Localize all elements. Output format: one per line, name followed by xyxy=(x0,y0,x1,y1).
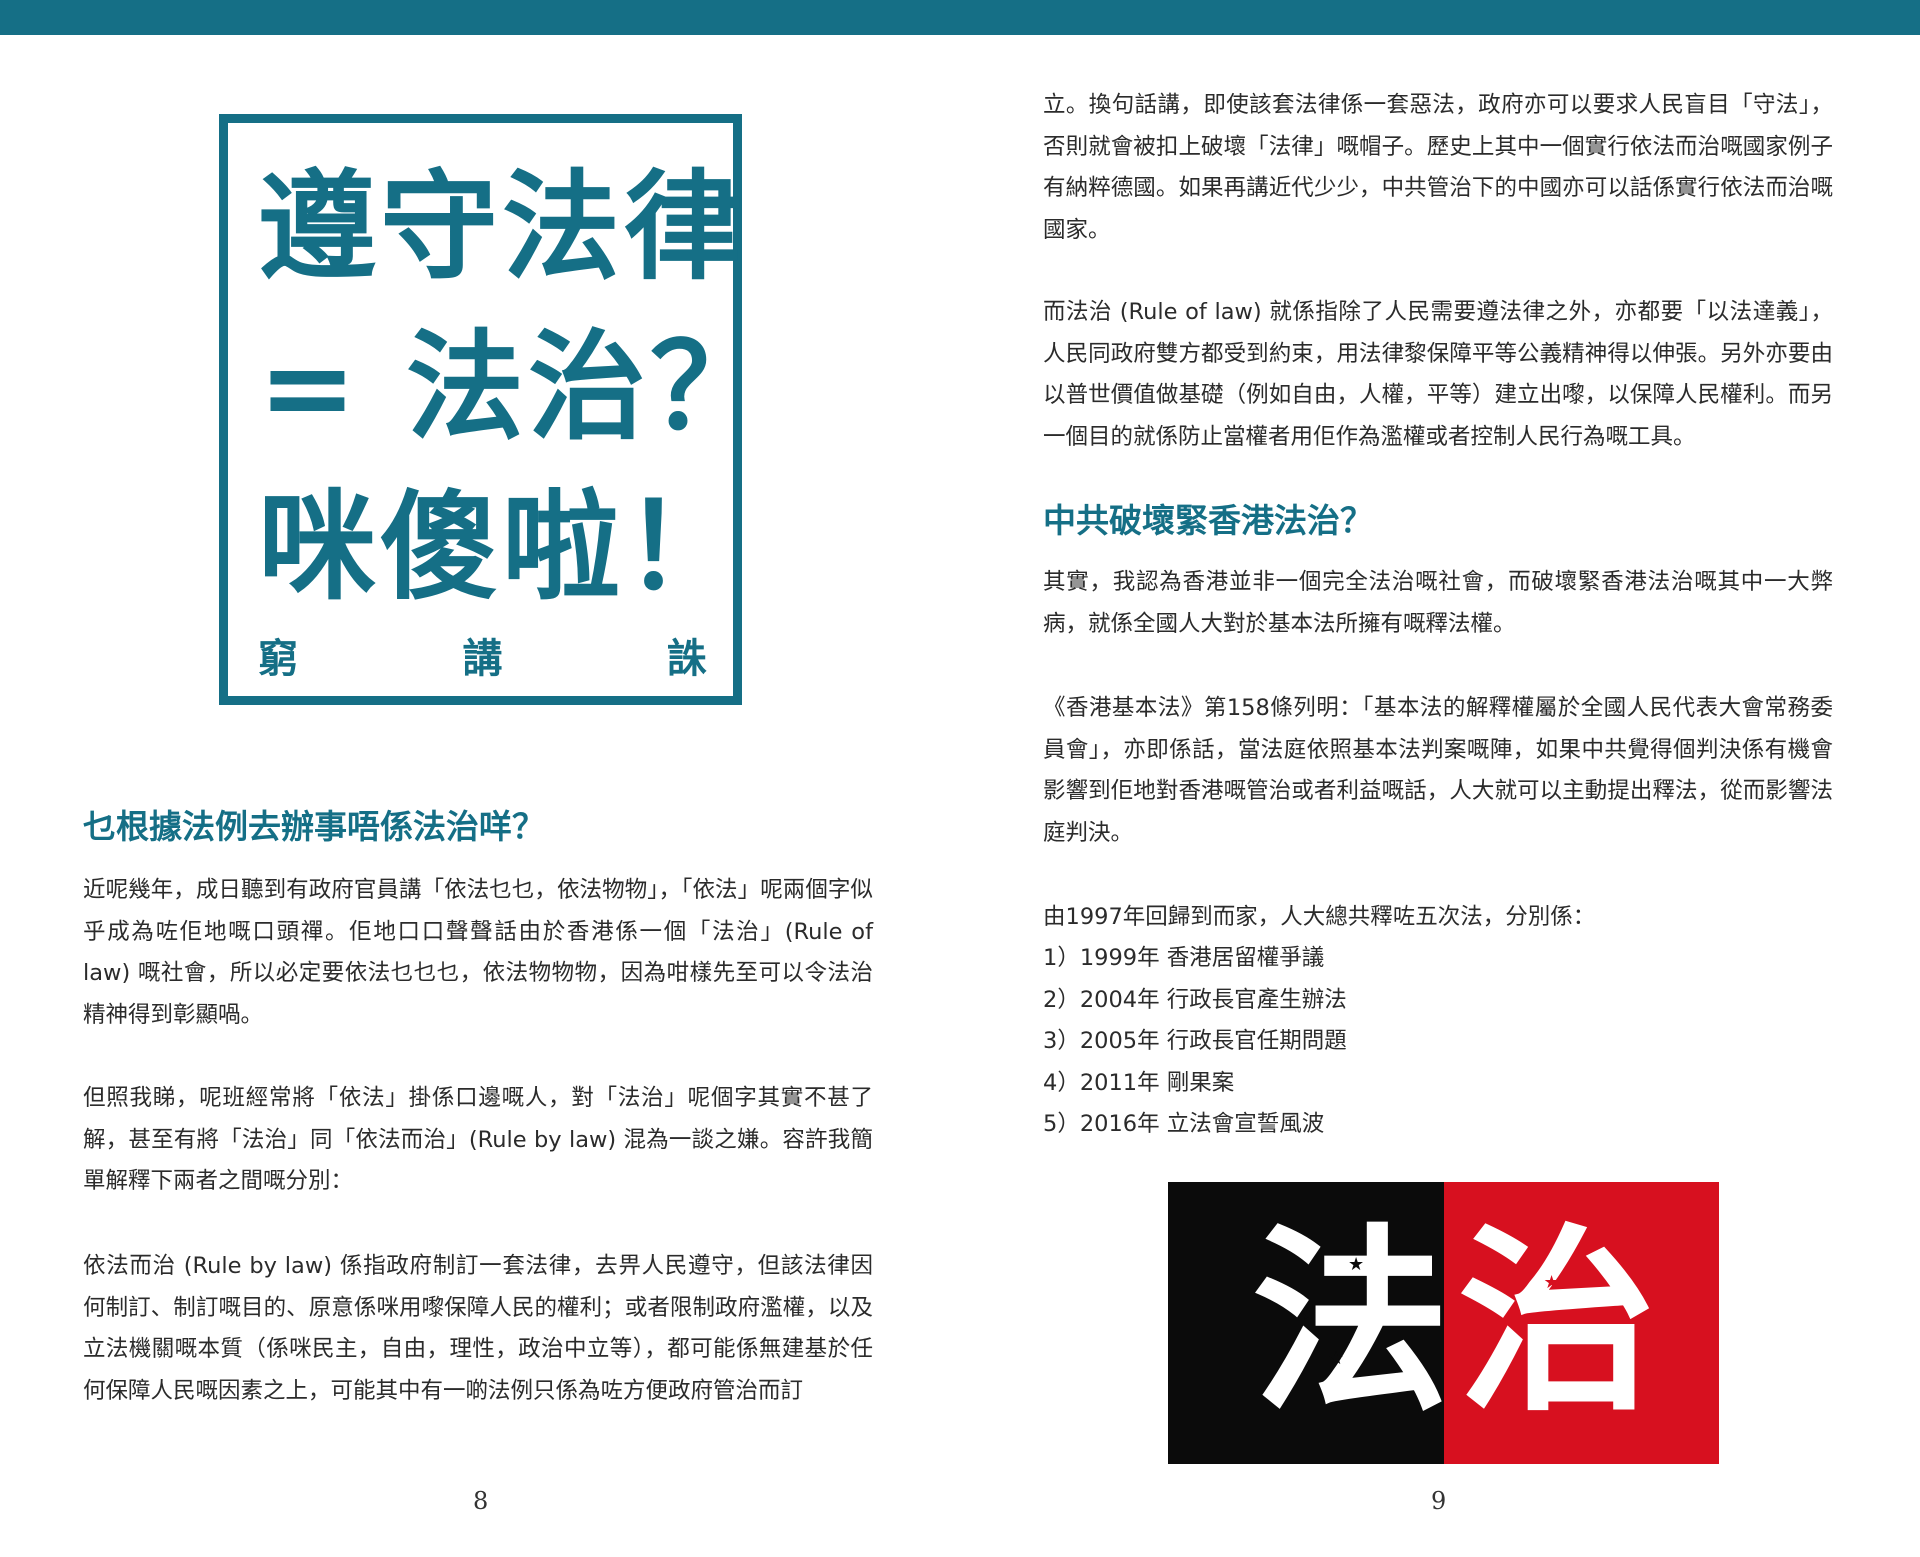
bauhinia-star-icon: ★ xyxy=(1300,1304,1317,1325)
bauhinia-star-icon: ★ xyxy=(1348,1254,1365,1275)
right-paragraph-2: 而法治 (Rule of law) 就係指除了人民需要遵法律之外，亦都要「以法達… xyxy=(1043,299,1833,450)
author-byline: 窮 講 誅 xyxy=(258,639,707,679)
title-box: 遵守法律 = 法治？ 咪傻啦！ 窮 講 誅 xyxy=(219,114,768,705)
byline-char-1: 窮 xyxy=(258,636,298,682)
flag-red-half: 治 ★ xyxy=(1443,1182,1719,1464)
flag-black-half: 法 ★ ★ ★ xyxy=(1168,1182,1450,1464)
top-accent-bar xyxy=(0,0,1920,35)
reinterpretation-list-intro: 由1997年回歸到而家，人大總共釋咗五次法，分別係： xyxy=(1043,904,1596,930)
left-paragraph-3: 依法而治 (Rule by law) 係指政府制訂一套法律，去畀人民遵守，但該法… xyxy=(83,1253,873,1404)
list-item: 2）2004年 行政長官產生辦法 xyxy=(1043,986,1347,1013)
right-paragraph-1: 立。換句話講，即使該套法律係一套惡法，政府亦可以要求人民盲目「守法」，否則就會被… xyxy=(1043,92,1833,243)
left-paragraph-2: 但照我睇，呢班經常將「依法」掛係口邊嘅人，對「法治」呢個字其實不甚了解，甚至有將… xyxy=(83,1085,873,1194)
list-item: 4）2011年 剛果案 xyxy=(1043,1069,1235,1096)
list-item: 1）1999年 香港居留權爭議 xyxy=(1043,945,1325,971)
title-line-1: 遵守法律 xyxy=(258,158,747,296)
page-number-left: 8 xyxy=(473,1487,489,1515)
title-line-3: 咪傻啦！ xyxy=(258,478,747,616)
byline-char-2: 講 xyxy=(462,636,503,682)
left-section-heading: 乜根據法例去辦事唔係法治咩？ xyxy=(83,807,545,846)
left-paragraph-1: 近呢幾年，成日聽到有政府官員講「依法乜乜，依法物物」，「依法」呢兩個字似乎成為咗… xyxy=(83,877,873,1028)
bauhinia-star-icon: ★ xyxy=(1328,1348,1345,1369)
rule-of-law-flag-image: 法 ★ ★ ★ 治 ★ xyxy=(1168,1182,1719,1464)
byline-char-3: 誅 xyxy=(667,636,707,682)
flag-right-character: 治 xyxy=(1457,1207,1656,1438)
right-section-heading: 中共破壞緊香港法治？ xyxy=(1043,501,1373,540)
right-paragraph-3: 其實，我認為香港並非一個完全法治嘅社會，而破壞緊香港法治嘅其中一大弊病，就係全國… xyxy=(1043,569,1833,637)
right-paragraph-4: 《香港基本法》第158條列明：「基本法的解釋權屬於全國人民代表大會常務委員會」，… xyxy=(1043,695,1833,846)
title-line-2: = 法治？ xyxy=(258,318,772,456)
page-number-right: 9 xyxy=(1431,1487,1447,1515)
reinterpretation-list: 1）1999年 香港居留權爭議 2）2004年 行政長官產生辦法 3）2005年… xyxy=(1043,938,1833,1146)
bauhinia-star-icon: ★ xyxy=(1543,1272,1560,1293)
list-item: 5）2016年 立法會宣誓風波 xyxy=(1043,1111,1325,1137)
list-item: 3）2005年 行政長官任期問題 xyxy=(1043,1028,1347,1054)
